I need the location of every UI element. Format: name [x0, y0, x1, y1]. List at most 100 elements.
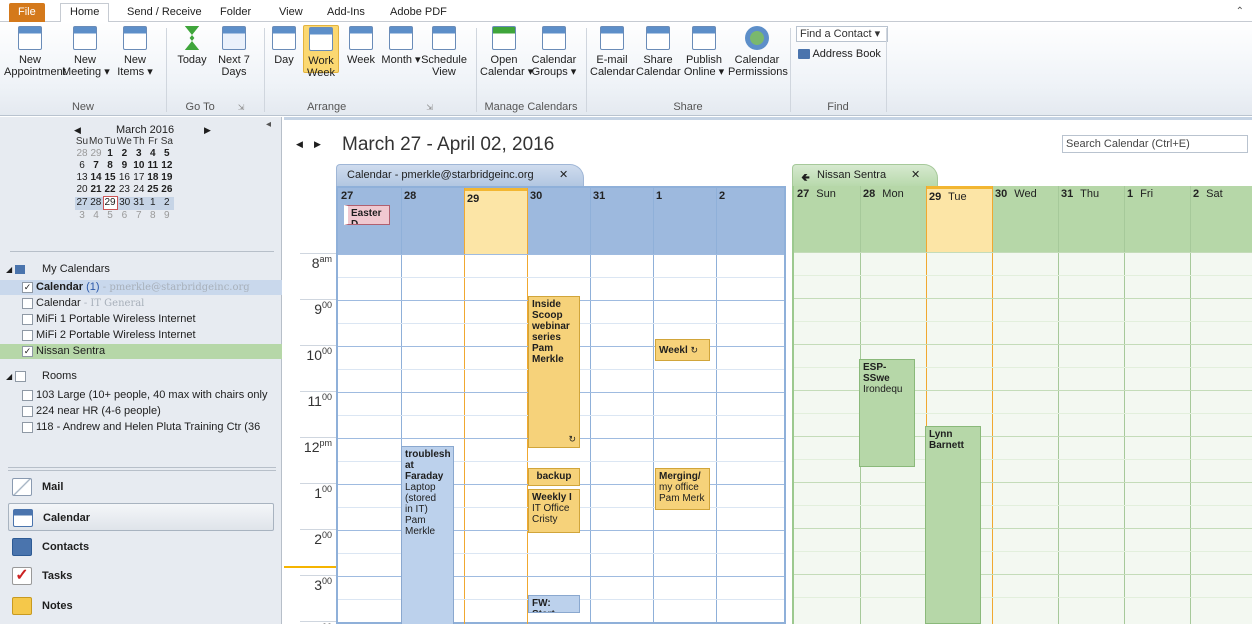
mini-calendar-day[interactable]: 9: [160, 210, 174, 223]
room-checkbox[interactable]: [22, 406, 33, 417]
mini-calendar-day[interactable]: 10: [132, 160, 146, 172]
mini-calendar-day[interactable]: 3: [75, 210, 89, 223]
mini-calendar-day[interactable]: 8: [146, 210, 160, 223]
mini-calendar-day[interactable]: 20: [75, 184, 89, 197]
mini-calendar-day[interactable]: 8: [103, 160, 117, 172]
new-items-button[interactable]: New Items ▾: [112, 26, 158, 78]
day-header[interactable]: 31 Thu: [1058, 186, 1124, 252]
mini-calendar-day[interactable]: 5: [160, 148, 174, 160]
open-calendar-button[interactable]: Open Calendar ▾: [480, 26, 533, 78]
mini-calendar-day[interactable]: 1: [145, 196, 160, 210]
tab-adobe-pdf[interactable]: Adobe PDF: [381, 4, 456, 22]
month-view-button[interactable]: Month ▾: [381, 26, 421, 66]
calendar-tab-pmerkle[interactable]: Calendar - pmerkle@starbridgeinc.org ✕: [336, 164, 584, 186]
mini-calendar-day[interactable]: 14: [89, 172, 103, 184]
today-button[interactable]: Today: [172, 26, 212, 66]
mini-calendar-day[interactable]: 24: [132, 184, 146, 197]
appointment-fw-start[interactable]: FW: Start: [528, 595, 580, 613]
mini-calendar-day[interactable]: 22: [103, 184, 117, 197]
nav-notes[interactable]: Notes: [0, 592, 276, 620]
calendar-checkbox[interactable]: [22, 330, 33, 341]
mini-calendar-day[interactable]: 31: [131, 196, 146, 210]
week-view-button[interactable]: Week: [343, 26, 379, 66]
rooms-checkbox[interactable]: [15, 371, 26, 382]
day-header[interactable]: 29: [464, 188, 527, 254]
day-header[interactable]: 2 Sat: [1190, 186, 1252, 252]
appointment-inside-scoop[interactable]: Inside Scoop webinar series Pam Merkle ↻: [528, 296, 580, 448]
calendar-groups-button[interactable]: Calendar Groups ▾: [530, 26, 578, 78]
appointment-merging[interactable]: Merging/my office Pam Merk: [655, 468, 710, 510]
mini-calendar-day[interactable]: 9: [117, 160, 132, 172]
mini-calendar-day[interactable]: 13: [75, 172, 89, 184]
minimize-ribbon-icon[interactable]: ⌃: [1236, 6, 1244, 17]
schedule-view-button[interactable]: Schedule View: [421, 26, 467, 78]
nav-contacts[interactable]: Contacts: [0, 533, 276, 561]
appointment-backup[interactable]: backup: [528, 468, 580, 486]
tab-folder[interactable]: Folder: [211, 4, 260, 22]
day-header[interactable]: 30 Wed: [992, 186, 1058, 252]
appointment-esp[interactable]: ESP-SSwe Irondequ: [859, 359, 915, 467]
mini-calendar-day[interactable]: 7: [132, 210, 146, 223]
close-icon[interactable]: ✕: [911, 168, 920, 181]
new-meeting-button[interactable]: New Meeting ▾: [62, 26, 110, 78]
calendar-permissions-button[interactable]: Calendar Permissions: [728, 26, 788, 78]
calendar-list-item[interactable]: MiFi 1 Portable Wireless Internet: [0, 312, 282, 327]
tab-home[interactable]: Home: [60, 3, 110, 23]
mini-calendar-day[interactable]: 2: [117, 148, 132, 160]
close-icon[interactable]: ✕: [559, 168, 568, 181]
mini-calendar-day[interactable]: 19: [160, 172, 174, 184]
mini-calendar-day[interactable]: 3: [132, 148, 146, 160]
mini-calendar-day[interactable]: 16: [117, 172, 132, 184]
mini-calendar-day[interactable]: 29: [102, 196, 118, 210]
calendar-tab-nissan[interactable]: 🢀 Nissan Sentra ✕: [792, 164, 938, 186]
appointment-easter[interactable]: Easter D: [344, 205, 390, 225]
mini-calendar-day[interactable]: 25: [146, 184, 160, 197]
calendar-checkbox[interactable]: [22, 298, 33, 309]
day-header[interactable]: 30: [527, 188, 590, 254]
mini-calendar-day[interactable]: 27: [75, 196, 89, 210]
day-header[interactable]: 27 Sun: [794, 186, 860, 252]
tab-send-receive[interactable]: Send / Receive: [118, 4, 211, 22]
splitter[interactable]: [8, 467, 276, 471]
mini-calendar-day[interactable]: 30: [117, 196, 132, 210]
mini-calendar-day[interactable]: 6: [75, 160, 89, 172]
mini-calendar-day[interactable]: 4: [89, 210, 103, 223]
tab-file[interactable]: File: [9, 3, 45, 22]
calendar-checkbox[interactable]: ✓: [22, 346, 33, 357]
next-month-icon[interactable]: ▶: [204, 125, 211, 136]
rooms-header[interactable]: ◢ Rooms: [0, 369, 282, 384]
mini-calendar-day[interactable]: 17: [132, 172, 146, 184]
address-book-button[interactable]: Address Book: [798, 48, 881, 60]
appointment-weekly-it[interactable]: Weekly I IT Office Cristy: [528, 489, 580, 533]
day-header[interactable]: 2: [716, 188, 780, 254]
mini-calendar-day[interactable]: 4: [146, 148, 160, 160]
room-list-item[interactable]: 224 near HR (4-6 people): [0, 404, 282, 419]
day-header[interactable]: 1 Fri: [1124, 186, 1190, 252]
room-checkbox[interactable]: [22, 390, 33, 401]
nav-calendar[interactable]: Calendar: [8, 503, 274, 531]
next-7-days-button[interactable]: Next 7 Days: [214, 26, 254, 78]
my-calendars-header[interactable]: ◢ My Calendars: [0, 262, 282, 277]
prev-week-icon[interactable]: ◀: [296, 139, 303, 150]
new-appointment-button[interactable]: New Appointment: [4, 26, 66, 78]
search-calendar-input[interactable]: Search Calendar (Ctrl+E): [1062, 135, 1248, 153]
mini-calendar-day[interactable]: 21: [89, 184, 103, 197]
calendar-checkbox[interactable]: ✓: [22, 282, 33, 293]
tab-view[interactable]: View: [270, 4, 312, 22]
mini-calendar-day[interactable]: 7: [89, 160, 103, 172]
day-header[interactable]: 28 Mon: [860, 186, 926, 252]
day-header[interactable]: 1: [653, 188, 716, 254]
mini-calendar-day[interactable]: 18: [146, 172, 160, 184]
calendar-checkbox[interactable]: [22, 314, 33, 325]
prev-month-icon[interactable]: ◀: [74, 125, 81, 136]
mini-calendar-day[interactable]: 6: [117, 210, 132, 223]
room-checkbox[interactable]: [22, 422, 33, 433]
day-view-button[interactable]: Day: [268, 26, 300, 66]
room-list-item[interactable]: 103 Large (10+ people, 40 max with chair…: [0, 388, 282, 403]
collapse-pane-icon[interactable]: ◂: [266, 119, 271, 130]
tab-add-ins[interactable]: Add-Ins: [318, 4, 374, 22]
calendar-list-item[interactable]: MiFi 2 Portable Wireless Internet: [0, 328, 282, 343]
mini-calendar-day[interactable]: 2: [159, 196, 174, 210]
mini-calendar-day[interactable]: 15: [103, 172, 117, 184]
nav-tasks[interactable]: ✓ Tasks: [0, 562, 276, 590]
